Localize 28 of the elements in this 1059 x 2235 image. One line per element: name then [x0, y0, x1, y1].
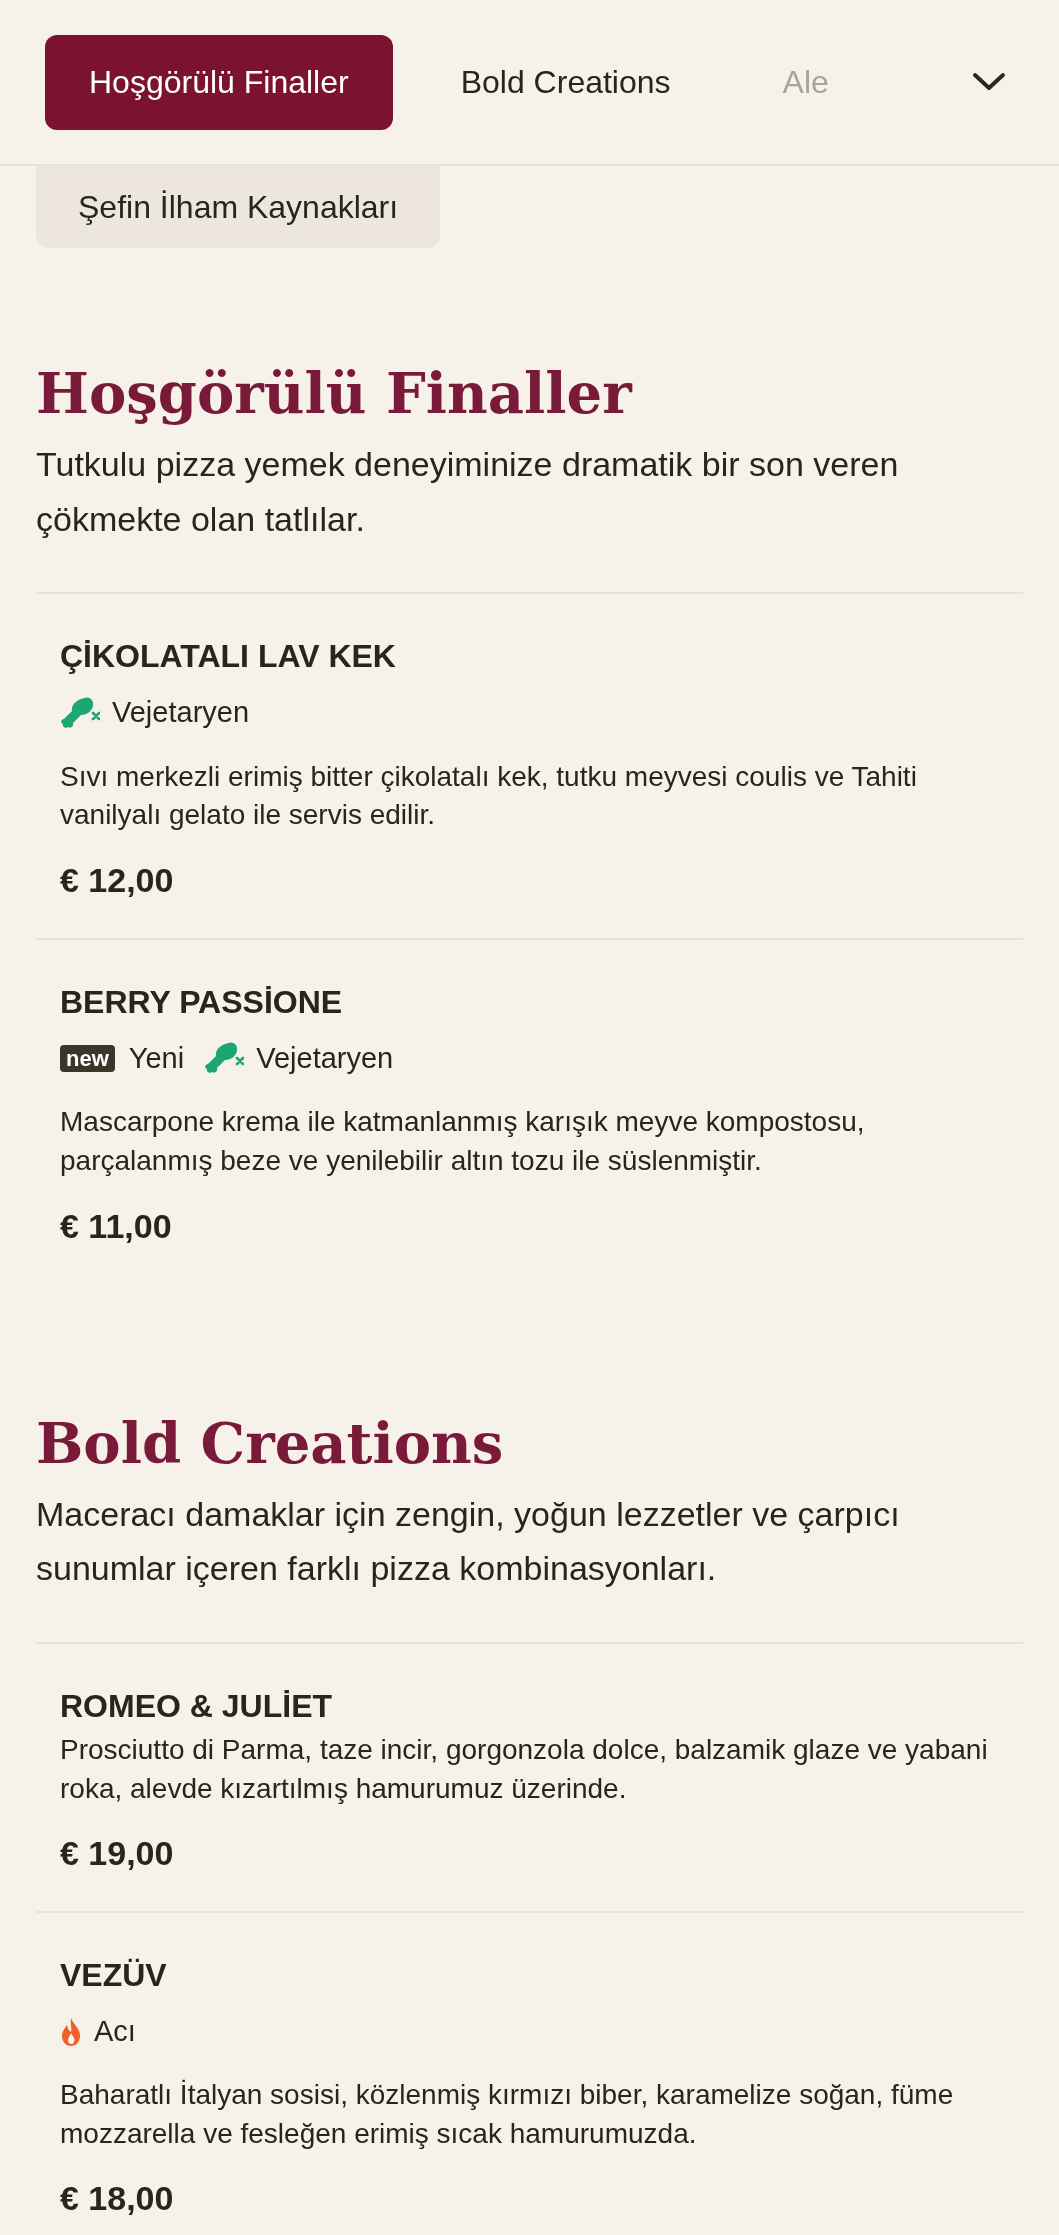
- dish-description: Sıvı merkezli erimiş bitter çikolatalı kek, tutku meyvesi coulis ve Tahiti vanilyalı gelato ile servis edilir.: [60, 759, 918, 833]
- category-tab[interactable]: Şefin İlham Kaynakları: [36, 166, 441, 248]
- dish-price: € 19,00: [60, 1834, 175, 1874]
- section-description: Tutkulu pizza yemek deneyiminize dramatik bir son veren çökmekte olan tatlılar.: [36, 444, 900, 540]
- chevron-down-icon[interactable]: [972, 72, 1006, 92]
- dish-price: € 11,00: [60, 1206, 173, 1246]
- crossed-drumstick-icon: [204, 1041, 245, 1076]
- tag-label: Vejetaryen: [112, 696, 250, 730]
- dish-name: VEZÜV: [60, 1956, 168, 1996]
- category-tab[interactable]: Hoşgörülü Finaller: [45, 34, 393, 130]
- new-badge: new: [60, 1044, 115, 1072]
- dish-name: ROMEO & JULİET: [60, 1686, 333, 1726]
- dish-name: ÇİKOLATALI LAV KEK: [60, 636, 397, 676]
- tag-label: Yeni: [128, 1041, 185, 1075]
- dish-description: Prosciutto di Parma, taze incir, gorgonzola dolce, balzamik glaze ve yabani roka, alevde kızartılmış hamurumuz üzerinde.: [60, 1733, 989, 1806]
- dish-name: BERRY PASSİONE: [60, 982, 344, 1022]
- section-description: Maceracı damaklar için zengin, yoğun lezzetler ve çarpıcı sunumlar içeren farklı pizza kombinasyonları.: [36, 1493, 901, 1590]
- dish-description: Mascarpone krema ile katmanlanmış karışık meyve kompostosu, parçalanmış beze ve yenilebilir altın tozu ile süslenmiştir.: [60, 1105, 866, 1179]
- dish-price: € 18,00: [60, 2179, 175, 2219]
- section-title: Bold Creations: [36, 1409, 505, 1477]
- section-title: Hoşgörülü Finaller: [36, 360, 634, 428]
- flame-icon: [60, 2016, 82, 2047]
- tag-label: Vejetaryen: [256, 1041, 394, 1075]
- dish-price: € 12,00: [60, 860, 175, 900]
- category-tab[interactable]: Bold Creations: [416, 34, 715, 130]
- dish-description: Baharatlı İtalyan sosisi, közlenmiş kırmızı biber, karamelize soğan, füme mozzarella ve fesleğen erimiş sıcak hamurumuzda.: [60, 2078, 955, 2151]
- crossed-drumstick-icon: [60, 695, 100, 730]
- tag-label: Acı: [94, 2015, 136, 2049]
